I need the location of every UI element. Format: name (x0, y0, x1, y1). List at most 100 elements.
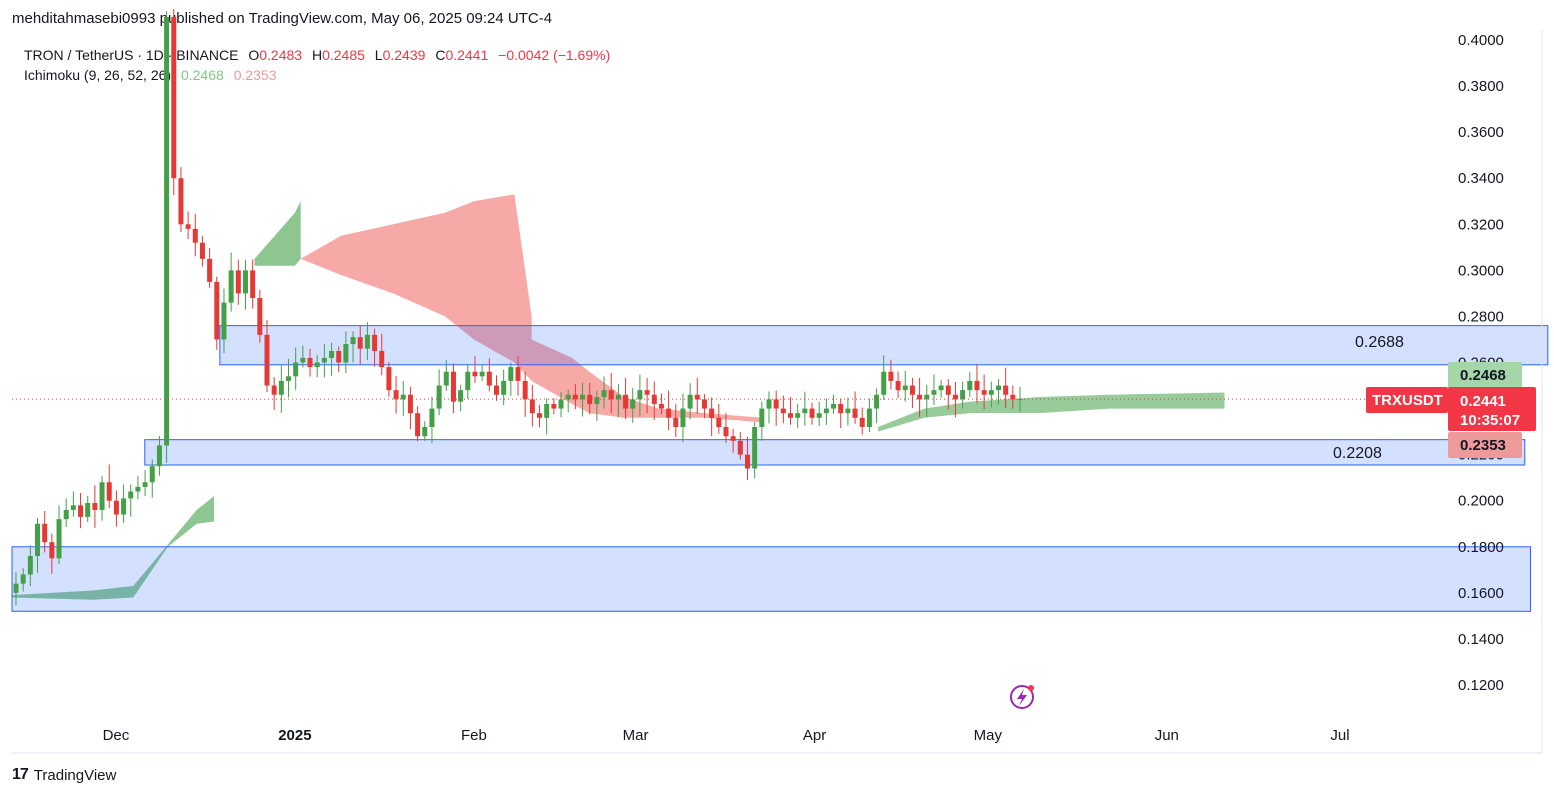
candle[interactable] (709, 397, 715, 437)
candle[interactable] (113, 490, 119, 527)
candle[interactable] (42, 510, 48, 553)
span-b-badge[interactable]: 0.2353 (1448, 432, 1522, 458)
candle[interactable] (780, 395, 786, 424)
candle[interactable] (235, 259, 241, 305)
candle[interactable] (70, 491, 76, 517)
candle[interactable] (680, 393, 686, 443)
candle[interactable] (465, 363, 471, 399)
candle-body (228, 270, 234, 303)
tradingview-brand[interactable]: 17 TradingView (12, 766, 116, 784)
candle[interactable] (164, 11, 170, 463)
candle[interactable] (974, 363, 980, 404)
candle[interactable] (407, 386, 413, 430)
candle[interactable] (92, 485, 98, 528)
candle[interactable] (673, 404, 679, 438)
candle[interactable] (845, 397, 851, 426)
candle[interactable] (257, 289, 263, 343)
candle[interactable] (192, 213, 198, 257)
candle[interactable] (501, 369, 507, 406)
candle[interactable] (85, 495, 91, 523)
candle[interactable] (142, 470, 148, 497)
candle-body (501, 380, 507, 395)
candle[interactable] (859, 407, 865, 435)
candle-body (967, 380, 973, 391)
candle[interactable] (666, 390, 672, 431)
candle[interactable] (178, 167, 184, 233)
lightning-icon[interactable] (1010, 685, 1034, 709)
candle[interactable] (386, 362, 392, 397)
candle[interactable] (909, 377, 915, 409)
candle[interactable] (938, 379, 944, 398)
candle[interactable] (199, 236, 205, 267)
candle[interactable] (271, 377, 277, 410)
candle[interactable] (450, 363, 456, 414)
candle[interactable] (458, 384, 464, 412)
candle[interactable] (278, 364, 284, 413)
candle[interactable] (694, 377, 700, 414)
candle[interactable] (895, 371, 901, 398)
candle[interactable] (809, 402, 815, 425)
candle[interactable] (214, 276, 220, 350)
candle-body (587, 394, 593, 404)
candle[interactable] (874, 388, 880, 424)
candle[interactable] (63, 498, 69, 527)
candle[interactable] (400, 381, 406, 416)
candle[interactable] (128, 484, 134, 517)
candle-body (450, 371, 456, 402)
candle[interactable] (866, 398, 872, 433)
candle[interactable] (788, 397, 794, 425)
candle[interactable] (522, 371, 528, 417)
candle[interactable] (831, 394, 837, 414)
candle[interactable] (106, 464, 112, 508)
candle[interactable] (759, 401, 765, 441)
candle[interactable] (479, 364, 485, 381)
candle[interactable] (902, 370, 908, 402)
candle[interactable] (78, 492, 84, 529)
symbol-badge[interactable]: TRXUSDT (1366, 387, 1448, 413)
candle[interactable] (207, 248, 213, 288)
candle[interactable] (493, 375, 499, 401)
candle[interactable] (508, 362, 514, 396)
candle[interactable] (228, 252, 234, 312)
x-tick-label: Apr (803, 727, 826, 744)
candle[interactable] (802, 391, 808, 426)
span-a-badge[interactable]: 0.2468 (1448, 362, 1522, 388)
candle[interactable] (135, 476, 141, 500)
candle[interactable] (852, 391, 858, 424)
candle[interactable] (838, 398, 844, 429)
candle-body (479, 371, 485, 377)
zone-label-lower: 0.2208 (1333, 445, 1382, 462)
candle[interactable] (171, 9, 177, 196)
candle[interactable] (816, 401, 822, 426)
candle[interactable] (931, 374, 937, 406)
candle[interactable] (429, 396, 435, 444)
candle[interactable] (422, 421, 428, 442)
support-resistance-zone[interactable] (11, 546, 1532, 612)
candle[interactable] (529, 384, 535, 427)
candle[interactable] (544, 398, 550, 435)
candle[interactable] (121, 484, 127, 524)
candle[interactable] (250, 259, 256, 309)
candle-body (113, 500, 119, 515)
candle[interactable] (436, 369, 442, 416)
candle[interactable] (716, 404, 722, 434)
candle[interactable] (773, 390, 779, 426)
candle[interactable] (393, 375, 399, 414)
candle[interactable] (56, 505, 62, 564)
candle[interactable] (967, 371, 973, 397)
candle-body (63, 509, 69, 520)
support-resistance-zone[interactable] (144, 439, 1526, 466)
candle[interactable] (537, 404, 543, 428)
candle[interactable] (752, 421, 758, 479)
price-chart[interactable]: 0.2688 0.2208 0.1200 0.1400 0.1600 0.1800 0.2… (0, 0, 1554, 798)
candle[interactable] (99, 476, 105, 521)
candle[interactable] (185, 211, 191, 240)
candle[interactable] (823, 398, 829, 425)
candle[interactable] (766, 391, 772, 424)
candle-body (522, 380, 528, 400)
candle[interactable] (551, 398, 557, 415)
candle[interactable] (795, 403, 801, 429)
candle-body (242, 270, 248, 294)
candle[interactable] (242, 259, 248, 310)
candle[interactable] (415, 406, 421, 442)
